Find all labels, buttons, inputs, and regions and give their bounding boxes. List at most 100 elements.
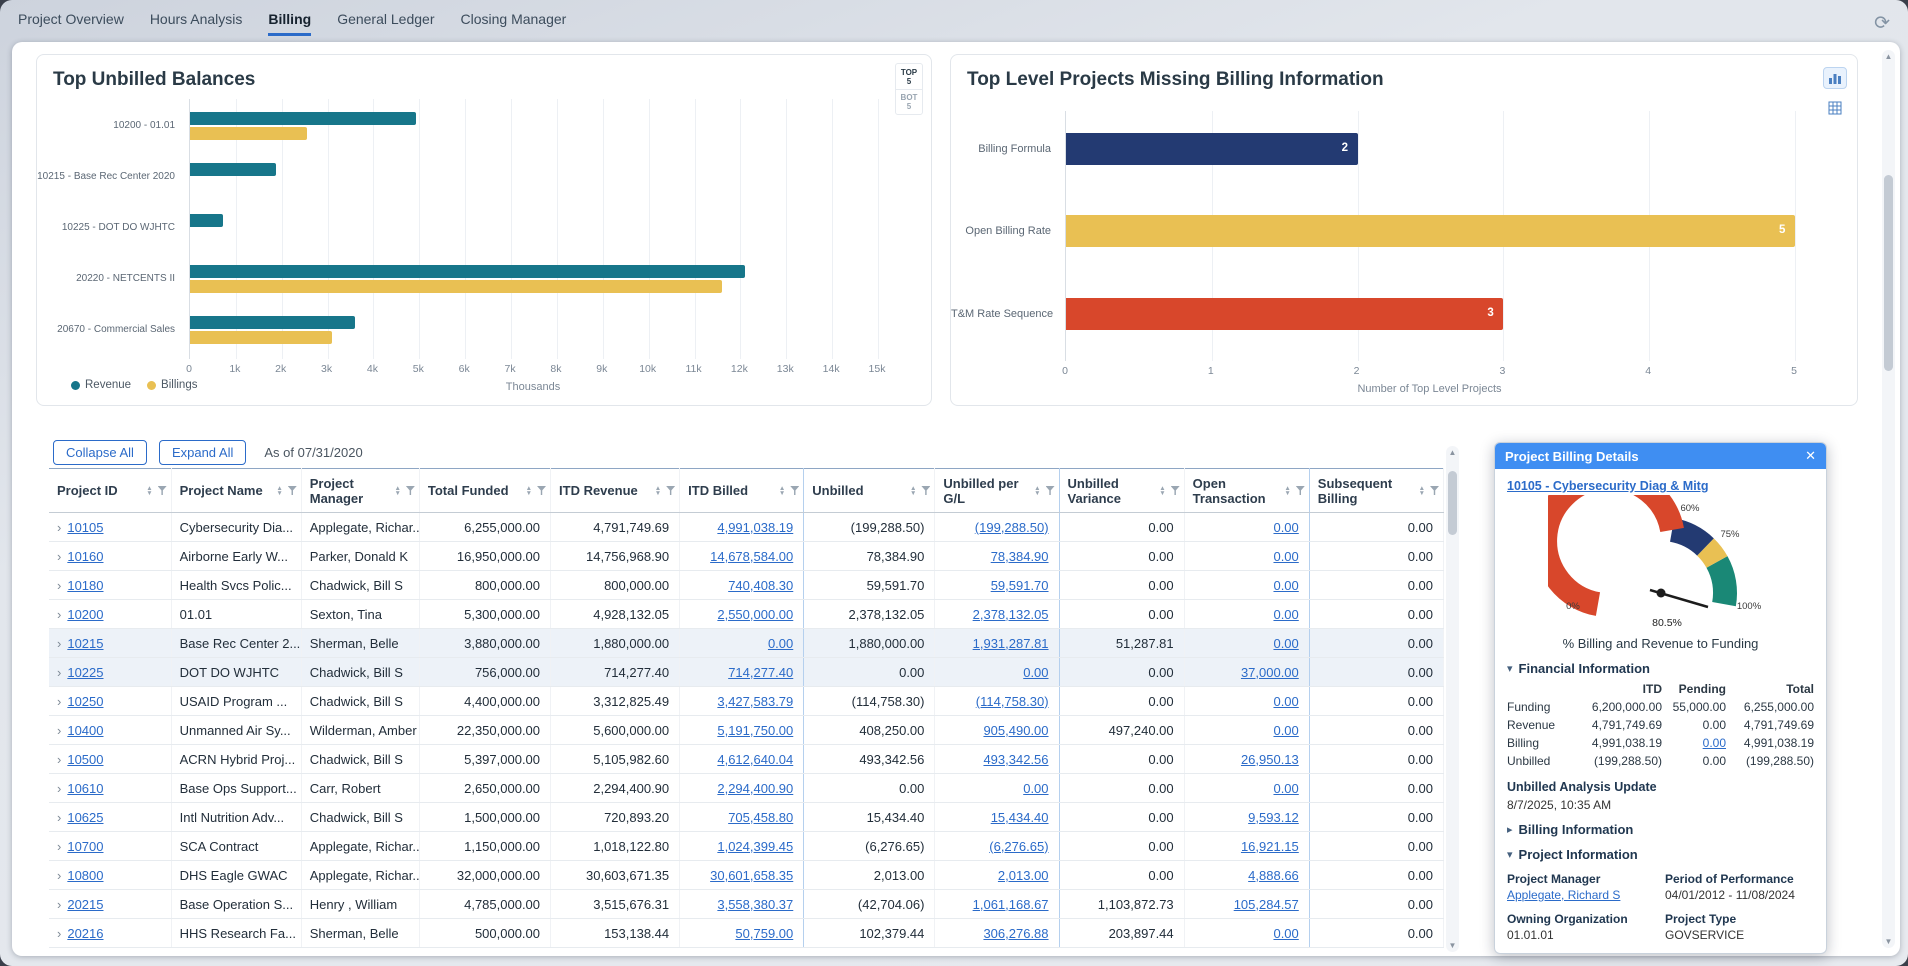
scroll-down-icon[interactable]: ▼ [1449, 939, 1457, 952]
row-expander-icon[interactable]: › [57, 578, 61, 593]
table-view-icon[interactable] [1823, 97, 1847, 119]
project-id-link[interactable]: 20215 [67, 897, 103, 912]
project-id-link[interactable]: 10625 [67, 810, 103, 825]
sort-icon[interactable]: ▲▼ [146, 486, 152, 496]
filter-icon[interactable] [158, 486, 167, 495]
bot5-button[interactable]: BOT 5 [896, 89, 922, 114]
tab-project-overview[interactable]: Project Overview [18, 11, 124, 36]
page-scrollbar-thumb[interactable] [1884, 175, 1893, 371]
cell-link[interactable]: 1,931,287.81 [973, 636, 1049, 651]
row-expander-icon[interactable]: › [57, 694, 61, 709]
scroll-up-icon[interactable]: ▲ [1449, 446, 1457, 459]
project-id-link[interactable]: 10215 [67, 636, 103, 651]
project-id-link[interactable]: 10400 [67, 723, 103, 738]
sort-icon[interactable]: ▲▼ [1284, 486, 1290, 496]
cell-link[interactable]: 9,593.12 [1248, 810, 1299, 825]
cell-link[interactable]: 2,378,132.05 [973, 607, 1049, 622]
cell-link[interactable]: 0.00 [1273, 636, 1298, 651]
refresh-icon[interactable]: ⟳ [1874, 12, 1890, 35]
cell-link[interactable]: 0.00 [1273, 694, 1298, 709]
row-expander-icon[interactable]: › [57, 839, 61, 854]
billing-information-section[interactable]: ▸ Billing Information [1507, 822, 1814, 837]
expand-all-button[interactable]: Expand All [159, 440, 246, 465]
bar-revenue[interactable] [190, 163, 276, 176]
sort-icon[interactable]: ▲▼ [655, 486, 661, 496]
cell-link[interactable]: 714,277.40 [728, 665, 793, 680]
cell-link[interactable]: 37,000.00 [1241, 665, 1299, 680]
row-expander-icon[interactable]: › [57, 549, 61, 564]
cell-link[interactable]: 0.00 [1273, 926, 1298, 941]
row-expander-icon[interactable]: › [57, 752, 61, 767]
close-icon[interactable]: ✕ [1805, 448, 1816, 464]
bar-t-m-rate-sequence[interactable] [1066, 298, 1503, 330]
sort-icon[interactable]: ▲▼ [1034, 486, 1040, 496]
sort-icon[interactable]: ▲▼ [1159, 486, 1165, 496]
page-scroll-up-icon[interactable]: ▲ [1885, 50, 1893, 63]
cell-link[interactable]: 105,284.57 [1234, 897, 1299, 912]
row-expander-icon[interactable]: › [57, 868, 61, 883]
cell-link[interactable]: 1,024,399.45 [717, 839, 793, 854]
sort-icon[interactable]: ▲▼ [526, 486, 532, 496]
filter-icon[interactable] [537, 486, 546, 495]
project-id-link[interactable]: 10200 [67, 607, 103, 622]
filter-icon[interactable] [406, 486, 415, 495]
project-id-link[interactable]: 10180 [67, 578, 103, 593]
row-expander-icon[interactable]: › [57, 607, 61, 622]
cell-link[interactable]: 4,888.66 [1248, 868, 1299, 883]
cell-link[interactable]: 2,294,400.90 [717, 781, 793, 796]
table-scrollbar-track[interactable] [1446, 459, 1459, 939]
bar-billings[interactable] [190, 127, 307, 140]
cell-link[interactable]: 0.00 [1273, 781, 1298, 796]
sort-icon[interactable]: ▲▼ [1419, 486, 1425, 496]
cell-link[interactable]: 3,558,380.37 [717, 897, 793, 912]
filter-icon[interactable] [1296, 486, 1305, 495]
cell-link[interactable]: 0.00 [1273, 578, 1298, 593]
tab-hours-analysis[interactable]: Hours Analysis [150, 11, 243, 36]
bar-open-billing-rate[interactable] [1066, 215, 1795, 247]
bar-revenue[interactable] [190, 214, 223, 227]
project-id-link[interactable]: 10250 [67, 694, 103, 709]
cell-link[interactable]: 14,678,584.00 [710, 549, 793, 564]
project-id-link[interactable]: 10225 [67, 665, 103, 680]
filter-icon[interactable] [1430, 486, 1439, 495]
bar-billing-formula[interactable] [1066, 133, 1358, 165]
sort-icon[interactable]: ▲▼ [779, 486, 785, 496]
cell-link[interactable]: 50,759.00 [735, 926, 793, 941]
cell-link[interactable]: 493,342.56 [983, 752, 1048, 767]
row-expander-icon[interactable]: › [57, 665, 61, 680]
cell-link[interactable]: 26,950.13 [1241, 752, 1299, 767]
project-id-link[interactable]: 10800 [67, 868, 103, 883]
table-scrollbar[interactable]: ▲ ▼ [1446, 446, 1459, 952]
page-scrollbar[interactable]: ▲ ▼ [1882, 50, 1895, 948]
project-information-section[interactable]: ▾ Project Information [1507, 847, 1814, 862]
cell-link[interactable]: 4,612,640.04 [717, 752, 793, 767]
cell-link[interactable]: 905,490.00 [983, 723, 1048, 738]
cell-link[interactable]: 2,013.00 [998, 868, 1049, 883]
cell-link[interactable]: 16,921.15 [1241, 839, 1299, 854]
row-expander-icon[interactable]: › [57, 926, 61, 941]
row-expander-icon[interactable]: › [57, 781, 61, 796]
cell-link[interactable]: 4,991,038.19 [717, 520, 793, 535]
tab-billing[interactable]: Billing [268, 11, 311, 36]
table-scrollbar-thumb[interactable] [1448, 471, 1457, 535]
field-value-link[interactable]: Applegate, Richard S [1507, 888, 1620, 902]
cell-link[interactable]: (6,276.65) [989, 839, 1048, 854]
project-id-link[interactable]: 10105 [67, 520, 103, 535]
bar-billings[interactable] [190, 280, 722, 293]
row-expander-icon[interactable]: › [57, 810, 61, 825]
cell-link[interactable]: 1,061,168.67 [973, 897, 1049, 912]
cell-link[interactable]: 0.00 [1023, 665, 1048, 680]
bar-revenue[interactable] [190, 265, 745, 278]
cell-link[interactable]: 306,276.88 [983, 926, 1048, 941]
financial-information-section[interactable]: ▾ Financial Information [1507, 661, 1814, 676]
project-id-link[interactable]: 10500 [67, 752, 103, 767]
cell-link[interactable]: 78,384.90 [991, 549, 1049, 564]
cell-link[interactable]: 0.00 [1273, 607, 1298, 622]
collapse-all-button[interactable]: Collapse All [53, 440, 147, 465]
filter-icon[interactable] [666, 486, 675, 495]
cell-link[interactable]: 0.00 [768, 636, 793, 651]
cell-link[interactable]: 0.00 [1273, 520, 1298, 535]
chart-view-icon[interactable] [1823, 67, 1847, 89]
cell-link[interactable]: 5,191,750.00 [717, 723, 793, 738]
page-scroll-down-icon[interactable]: ▼ [1885, 935, 1893, 948]
